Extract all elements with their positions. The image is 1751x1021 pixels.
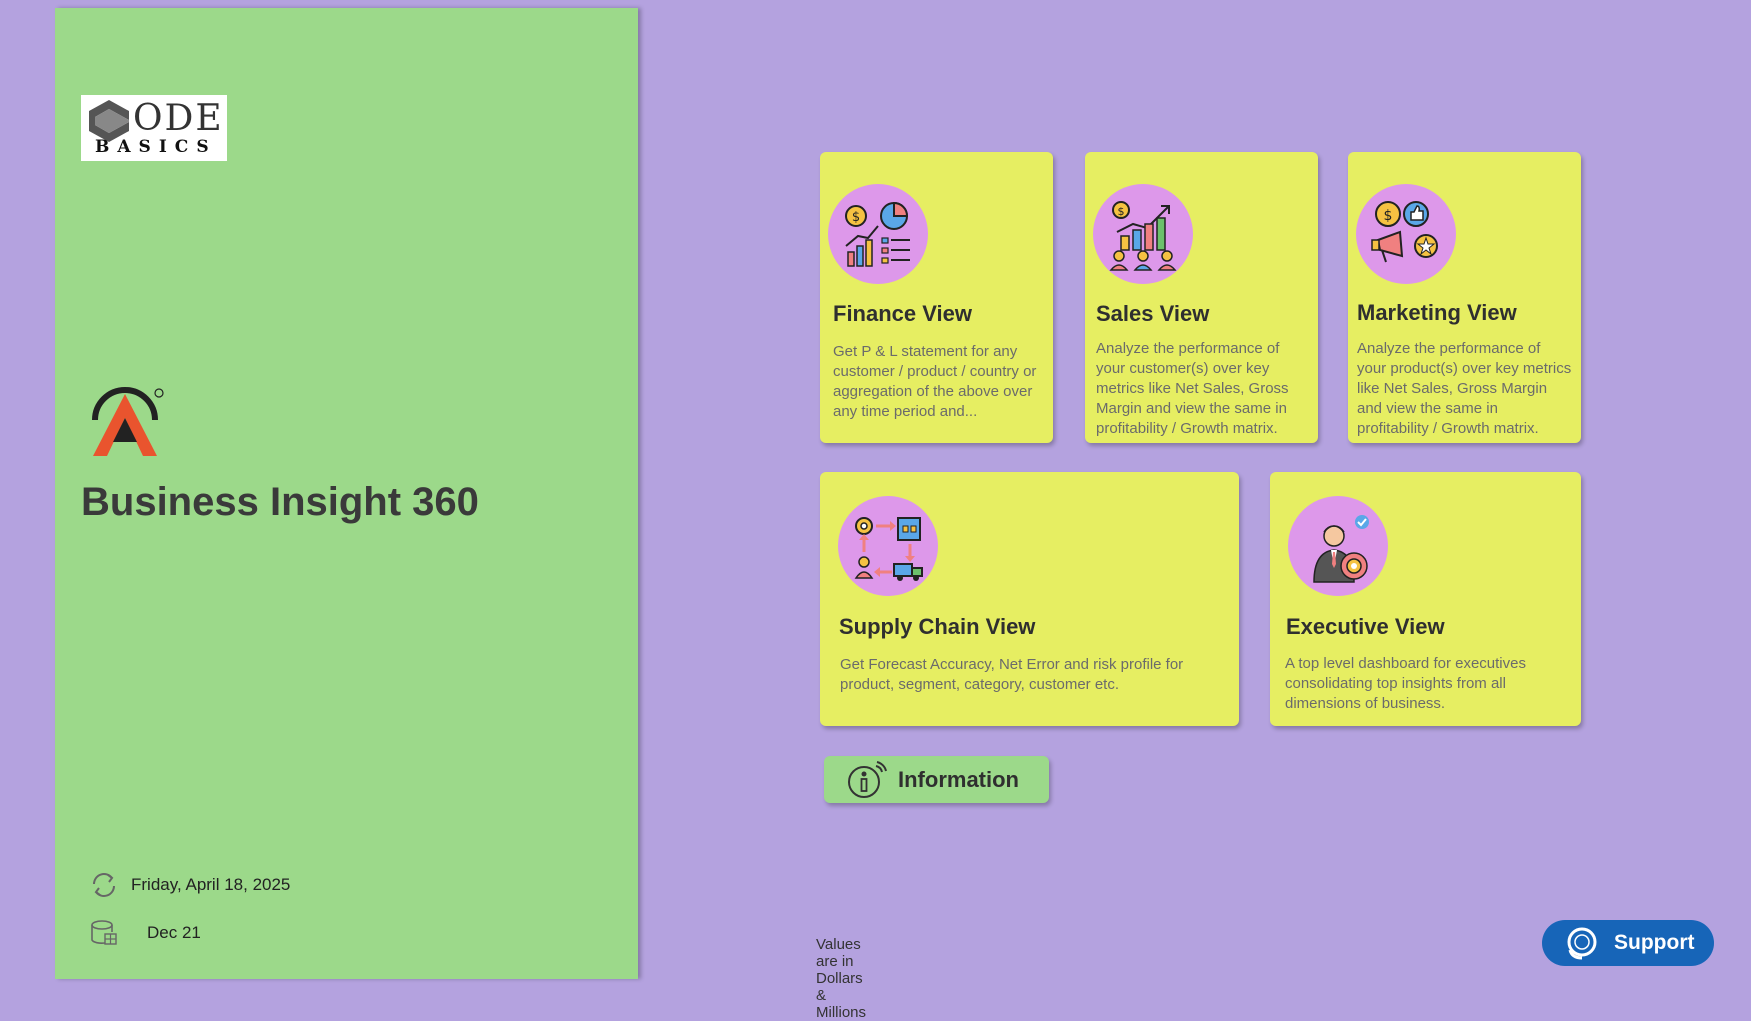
refresh-icon [93,873,115,897]
support-button[interactable]: Support [1542,920,1714,966]
database-icon [91,920,117,945]
supply-chain-view-card[interactable]: Supply Chain View Get Forecast Accuracy,… [820,472,1239,726]
data-date: Dec 21 [147,923,201,942]
refresh-date: Friday, April 18, 2025 [131,875,291,894]
sales-view-title: Sales View [1096,301,1210,326]
supply-chain-icon [838,496,938,596]
sales-view-card[interactable]: $ Sales View Analyze the performance of … [1085,152,1318,443]
executive-icon [1288,496,1388,596]
svg-text:$: $ [1384,208,1393,224]
finance-view-card[interactable]: $ Finance View Get P & L statement for a… [820,152,1053,443]
supply-chain-view-title: Supply Chain View [839,614,1036,639]
logo-text-code: ODE [133,98,224,139]
marketing-view-desc: Analyze the performance of your product(… [1357,340,1572,437]
svg-text:$: $ [852,210,860,225]
refresh-date-row: Friday, April 18, 2025 [89,870,290,900]
finance-chart-icon: $ [828,184,928,284]
codebasics-logo: ODE BASICS [81,95,227,161]
support-button-label: Support [1614,931,1695,954]
info-icon [848,760,887,798]
information-button[interactable]: Information [824,756,1049,803]
marketing-view-card[interactable]: $ Marketing View Analyze the performance… [1348,152,1581,443]
executive-view-card[interactable]: Executive View A top level dashboard for… [1270,472,1581,726]
information-button-label: Information [898,766,1019,792]
logo-text-basics: BASICS [95,137,217,157]
executive-view-title: Executive View [1286,614,1445,639]
sales-view-desc: Analyze the performance of your customer… [1096,340,1289,437]
sidebar: ODE BASICS Business Insight 360 Friday, … [55,8,638,979]
marketing-megaphone-icon: $ [1356,184,1456,284]
supply-chain-view-desc: Get Forecast Accuracy, Net Error and ris… [840,656,1184,693]
atliq-logo-icon [87,380,167,465]
headset-icon [1567,927,1597,960]
svg-text:$: $ [1118,205,1125,218]
marketing-view-title: Marketing View [1357,300,1517,325]
sales-growth-icon: $ [1093,184,1193,284]
finance-view-title: Finance View [833,301,972,326]
finance-view-desc: Get P & L statement for any customer / p… [833,343,1037,420]
data-date-row: Dec 21 [89,918,201,948]
executive-view-desc: A top level dashboard for executives con… [1285,655,1526,712]
app-title: Business Insight 360 [81,480,479,524]
